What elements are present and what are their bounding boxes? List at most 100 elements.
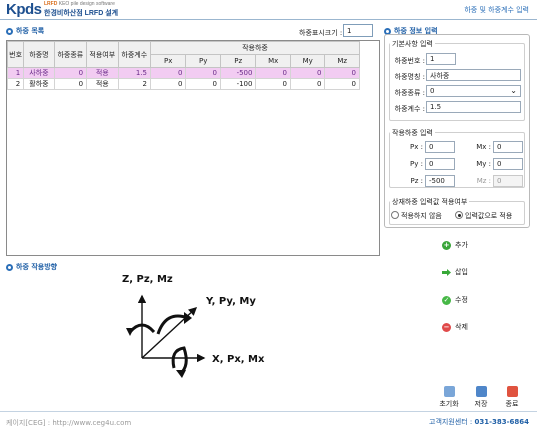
- load-name-input[interactable]: 사하중: [426, 69, 521, 81]
- axis-diagram-svg: [126, 294, 206, 378]
- logo-subtitle: 한경비하산점 LRFD 설계: [44, 10, 119, 17]
- axis-diagram: Z, Pz, Mz Y, Py, My X, Px, Mx: [100, 270, 300, 400]
- col-header-pz[interactable]: Pz: [219, 54, 257, 68]
- cell-no: 1: [6, 67, 25, 79]
- px-input[interactable]: 0: [425, 141, 455, 153]
- footer-support: 고객지원센터 : 031-383-6864: [429, 418, 529, 426]
- col-header-mz[interactable]: Mz: [324, 54, 360, 68]
- logo-tagline: LRFD KEO pile design software: [44, 1, 115, 7]
- plus-icon: +: [442, 240, 451, 250]
- arrow-right-icon: [442, 268, 451, 277]
- delete-button[interactable]: − 삭제: [442, 322, 468, 332]
- mx-arrowhead: [176, 370, 186, 378]
- add-button[interactable]: + 추가: [442, 240, 468, 250]
- bullet-icon: [6, 27, 13, 35]
- pz-label: Pz :: [410, 177, 423, 185]
- bullet-icon: [6, 263, 13, 271]
- cell-apply: 적용: [86, 67, 119, 79]
- col-header-factor[interactable]: 하중계수: [117, 41, 151, 68]
- mx-label: Mx :: [476, 143, 491, 151]
- cell-apply: 적용: [86, 78, 119, 90]
- mz-arrowhead: [126, 328, 134, 336]
- load-no-input[interactable]: 1: [426, 53, 456, 65]
- logo-text: Kpds: [6, 1, 42, 18]
- app-header: Kpds LRFD KEO pile design software 한경비하산…: [0, 0, 537, 20]
- py-label: Py :: [410, 160, 423, 168]
- cell-name: 사하중: [23, 67, 55, 79]
- cell-py: 0: [185, 67, 221, 79]
- col-header-py[interactable]: Py: [185, 54, 221, 68]
- cell-type: 0: [53, 78, 88, 90]
- surcharge-apply-group-label: 상재하중 입력값 적용여부: [390, 197, 470, 207]
- load-list-header: 하중 목록: [6, 26, 44, 36]
- col-header-type[interactable]: 하중종류: [53, 41, 88, 68]
- load-no-label: 하중번호 :: [394, 57, 425, 65]
- mx-input[interactable]: 0: [493, 141, 523, 153]
- cell-pz: -100: [219, 78, 257, 90]
- mz-input: 0: [493, 175, 523, 187]
- my-arrowhead: [184, 312, 192, 324]
- radio-apply-input[interactable]: [455, 211, 463, 219]
- mz-label: Mz :: [476, 177, 491, 185]
- col-header-name[interactable]: 하중명: [23, 41, 55, 68]
- check-icon: ✓: [442, 295, 451, 305]
- cell-no: 2: [6, 78, 25, 90]
- col-header-px[interactable]: Px: [149, 54, 187, 68]
- col-header-apply[interactable]: 적용여부: [86, 41, 119, 68]
- py-input[interactable]: 0: [425, 158, 455, 170]
- cell-px: 0: [149, 78, 187, 90]
- load-factor-label: 하중계수 :: [394, 105, 425, 113]
- insert-button[interactable]: 삽입: [442, 267, 468, 277]
- my-input[interactable]: 0: [493, 158, 523, 170]
- footer-website[interactable]: 케이지[CEG] : http://www.ceg4u.com: [6, 418, 131, 428]
- basic-info-group-label: 기본사항 입력: [390, 39, 435, 49]
- cell-my: 0: [289, 67, 326, 79]
- col-header-my[interactable]: My: [289, 54, 326, 68]
- cell-pz: -500: [219, 67, 257, 79]
- cell-factor: 1.5: [117, 67, 151, 79]
- radio-not-apply-label: 적용하지 않음: [401, 212, 442, 220]
- save-icon: [475, 386, 487, 397]
- load-type-label: 하중종류 :: [394, 89, 425, 97]
- load-factor-input[interactable]: 1.5: [426, 101, 521, 113]
- modify-button[interactable]: ✓ 수정: [442, 295, 468, 305]
- applied-load-group-label: 작용하중 입력: [390, 128, 435, 138]
- save-button[interactable]: 저장: [468, 386, 494, 409]
- load-table[interactable]: 번호 하중명 하중종류 적용여부 하중계수 작용하중 Px Py Pz Mx M…: [6, 40, 380, 256]
- cell-my: 0: [289, 78, 326, 90]
- chevron-down-icon: ⌄: [510, 86, 517, 95]
- cell-type: 0: [53, 67, 88, 79]
- display-size-label: 하중표시크기 :: [299, 29, 343, 37]
- cell-mx: 0: [255, 67, 291, 79]
- cell-px: 0: [149, 67, 187, 79]
- exit-button[interactable]: 종료: [499, 386, 525, 409]
- pz-input[interactable]: -500: [425, 175, 455, 187]
- col-header-applied-loads[interactable]: 작용하중: [149, 41, 361, 55]
- display-size-input[interactable]: 1: [343, 24, 373, 37]
- cell-mz: 0: [324, 67, 360, 79]
- my-label: My :: [476, 160, 491, 168]
- reset-icon: [443, 386, 455, 397]
- page-title: 하중 및 하중계수 입력: [464, 6, 529, 14]
- px-label: Px :: [410, 143, 423, 151]
- load-type-select[interactable]: 0 ⌄: [426, 85, 521, 97]
- table-row[interactable]: 2 활하중 0 적용 2 0 0 -100 0 0 0: [6, 78, 360, 90]
- radio-apply-input-label: 입력값으로 적용: [465, 212, 513, 220]
- cell-mz: 0: [324, 78, 360, 90]
- col-header-no[interactable]: 번호: [6, 41, 25, 68]
- footer: 케이지[CEG] : http://www.ceg4u.com 고객지원센터 :…: [0, 411, 537, 436]
- cell-mx: 0: [255, 78, 291, 90]
- x-axis-label: X, Px, Mx: [212, 354, 265, 365]
- cell-factor: 2: [117, 78, 151, 90]
- radio-not-apply[interactable]: [391, 211, 399, 219]
- y-axis-label: Y, Py, My: [206, 296, 256, 307]
- table-row[interactable]: 1 사하중 0 적용 1.5 0 0 -500 0 0 0: [6, 67, 360, 79]
- reset-button[interactable]: 초기화: [436, 386, 462, 409]
- minus-icon: −: [442, 322, 451, 332]
- exit-icon: [506, 386, 518, 397]
- load-direction-header: 하중 작용방향: [6, 262, 57, 272]
- load-name-label: 하중명칭 :: [394, 73, 425, 81]
- col-header-mx[interactable]: Mx: [255, 54, 291, 68]
- z-axis-label: Z, Pz, Mz: [122, 274, 173, 285]
- load-info-panel: 기본사항 입력 하중번호 : 1 하중명칭 : 사하중 하중종류 : 0 ⌄ 하…: [384, 34, 530, 228]
